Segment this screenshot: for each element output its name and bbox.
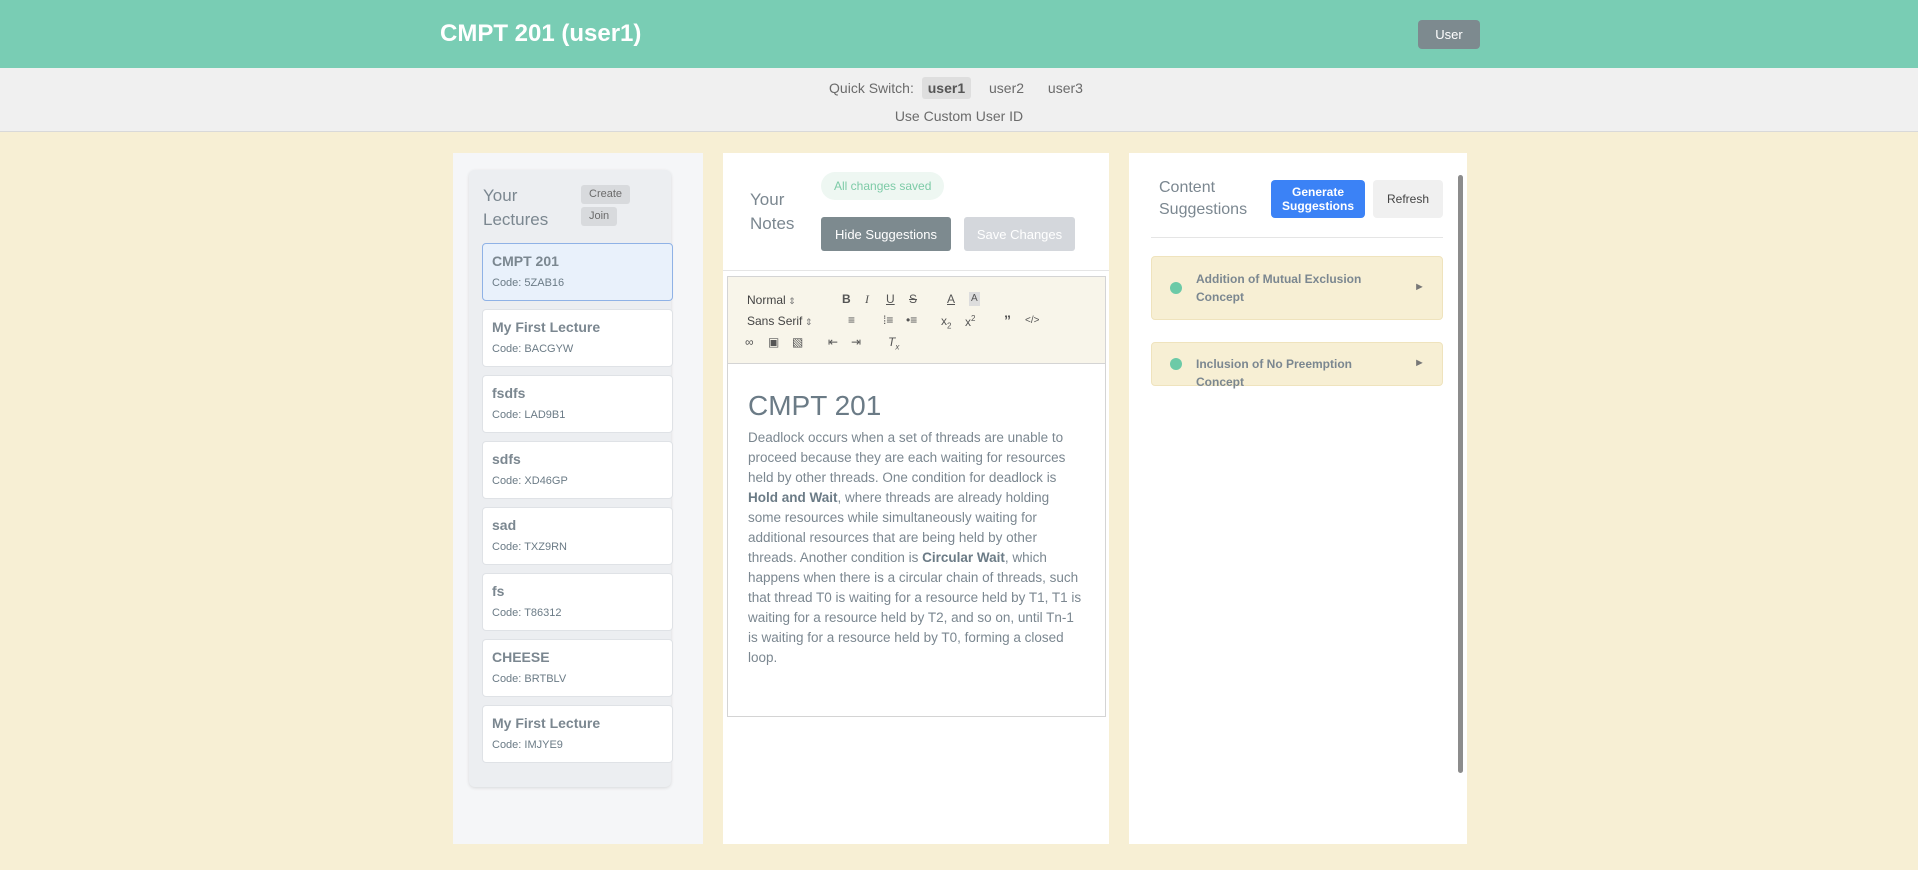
lecture-name: sad bbox=[492, 517, 517, 533]
strikethrough-icon[interactable]: S bbox=[909, 292, 917, 306]
document-paragraph: Deadlock occurs when a set of threads ar… bbox=[748, 430, 1082, 665]
suggestions-divider bbox=[1151, 237, 1443, 238]
bullet-list-icon[interactable]: •≡ bbox=[906, 313, 917, 327]
subscript-icon[interactable]: x2 bbox=[941, 314, 951, 333]
suggestions-heading: Content Suggestions bbox=[1159, 179, 1248, 218]
lecture-item[interactable]: CHEESE Code: BRTBLV bbox=[482, 639, 673, 697]
video-icon[interactable]: ▧ bbox=[792, 335, 803, 349]
refresh-button[interactable]: Refresh bbox=[1373, 180, 1443, 218]
lecture-code: Code: TXZ9RN bbox=[492, 541, 567, 553]
lecture-item[interactable]: CMPT 201 Code: 5ZAB16 bbox=[482, 243, 673, 301]
expand-arrow-icon[interactable]: ► bbox=[1414, 281, 1425, 293]
code-block-icon[interactable]: </> bbox=[1025, 314, 1039, 328]
quick-switch-user2[interactable]: user2 bbox=[983, 77, 1030, 99]
lectures-heading: Your Lectures bbox=[483, 186, 549, 229]
header-format-select[interactable]: Normal bbox=[747, 293, 796, 308]
lectures-card: Your Lectures Create Join CMPT 201 Code:… bbox=[469, 170, 673, 787]
lecture-name: My First Lecture bbox=[492, 319, 601, 335]
indent-icon[interactable]: ⇥ bbox=[851, 335, 861, 349]
user-button[interactable]: User bbox=[1418, 20, 1480, 49]
lecture-code: Code: IMJYE9 bbox=[492, 739, 563, 751]
clear-format-icon[interactable]: Tx bbox=[888, 335, 899, 354]
text-color-icon[interactable]: A bbox=[947, 292, 955, 306]
notes-column: Your Notes All changes saved Hide Sugges… bbox=[723, 153, 1109, 844]
underline-icon[interactable]: U bbox=[886, 292, 895, 306]
suggestion-dot-icon bbox=[1170, 358, 1182, 370]
expand-arrow-icon[interactable]: ► bbox=[1414, 357, 1425, 369]
align-left-icon[interactable]: ≡ bbox=[848, 313, 855, 327]
editor-toolbar: Normal B I U S A A Sans Serif ≡ ⁞≡ •≡ x2… bbox=[728, 277, 1105, 364]
quick-switch-row: Quick Switch: user1 user2 user3 bbox=[0, 77, 1918, 99]
hide-suggestions-button[interactable]: Hide Suggestions bbox=[821, 217, 951, 251]
quick-switch-label: Quick Switch: bbox=[829, 80, 914, 96]
bold-icon[interactable]: B bbox=[842, 292, 851, 306]
editor-content[interactable]: CMPT 201 Deadlock occurs when a set of t… bbox=[728, 365, 1105, 716]
suggestion-title: Addition of Mutual Exclusion Concept bbox=[1196, 272, 1362, 304]
lecture-code: Code: BRTBLV bbox=[492, 673, 567, 685]
lecture-code: Code: LAD9B1 bbox=[492, 409, 566, 421]
lecture-item[interactable]: sad Code: TXZ9RN bbox=[482, 507, 673, 565]
generate-suggestions-button[interactable]: Generate Suggestions bbox=[1271, 180, 1365, 218]
suggestion-item[interactable]: Addition of Mutual Exclusion Concept ► bbox=[1151, 256, 1443, 320]
lecture-item[interactable]: fsdfs Code: LAD9B1 bbox=[482, 375, 673, 433]
suggestions-scrollbar[interactable] bbox=[1458, 175, 1463, 773]
quick-switch-user1[interactable]: user1 bbox=[921, 77, 972, 99]
image-icon[interactable]: ▣ bbox=[768, 335, 779, 349]
lecture-code: Code: 5ZAB16 bbox=[492, 277, 565, 289]
join-lecture-button[interactable]: Join bbox=[581, 207, 618, 226]
save-changes-button[interactable]: Save Changes bbox=[964, 217, 1075, 251]
suggestions-column: Content Suggestions Generate Suggestions… bbox=[1129, 153, 1467, 844]
create-lecture-button[interactable]: Create bbox=[581, 185, 631, 204]
italic-icon[interactable]: I bbox=[865, 292, 869, 306]
rich-text-editor: Normal B I U S A A Sans Serif ≡ ⁞≡ •≡ x2… bbox=[727, 276, 1106, 717]
quick-switch-bar: Quick Switch: user1 user2 user3 Use Cust… bbox=[0, 68, 1918, 132]
link-icon[interactable]: ∞ bbox=[745, 335, 754, 349]
lecture-item[interactable]: My First Lecture Code: IMJYE9 bbox=[482, 705, 673, 763]
superscript-icon[interactable]: x2 bbox=[965, 312, 975, 329]
lecture-code: Code: XD46GP bbox=[492, 475, 568, 487]
lecture-name: sdfs bbox=[492, 451, 521, 467]
font-family-select[interactable]: Sans Serif bbox=[747, 314, 812, 329]
notes-heading: Your Notes bbox=[750, 190, 795, 233]
lecture-list: CMPT 201 Code: 5ZAB16 My First Lecture C… bbox=[482, 243, 673, 771]
lecture-name: CMPT 201 bbox=[492, 253, 559, 269]
lecture-code: Code: T86312 bbox=[492, 607, 562, 619]
lecture-name: fs bbox=[492, 583, 505, 599]
suggestion-dot-icon bbox=[1170, 282, 1182, 294]
lecture-item[interactable]: My First Lecture Code: BACGYW bbox=[482, 309, 673, 367]
lecture-name: CHEESE bbox=[492, 649, 550, 665]
blockquote-icon[interactable]: ” bbox=[1004, 313, 1011, 327]
suggestion-item[interactable]: Inclusion of No Preemption Concept ► bbox=[1151, 342, 1443, 389]
app-title: CMPT 201 (user1) bbox=[440, 20, 642, 47]
save-status-badge: All changes saved bbox=[821, 172, 945, 200]
lecture-item[interactable]: sdfs Code: XD46GP bbox=[482, 441, 673, 499]
lectures-column: Your Lectures Create Join CMPT 201 Code:… bbox=[453, 153, 703, 844]
document-title: CMPT 201 bbox=[748, 390, 882, 421]
quick-switch-user3[interactable]: user3 bbox=[1042, 77, 1089, 99]
lecture-name: My First Lecture bbox=[492, 715, 601, 731]
notes-divider bbox=[723, 270, 1109, 271]
suggestion-title: Inclusion of No Preemption Concept bbox=[1196, 357, 1353, 389]
custom-user-id-link[interactable]: Use Custom User ID bbox=[0, 108, 1918, 124]
background-color-icon[interactable]: A bbox=[969, 292, 980, 306]
top-header: CMPT 201 (user1) User bbox=[0, 0, 1918, 68]
lecture-item[interactable]: fs Code: T86312 bbox=[482, 573, 673, 631]
outdent-icon[interactable]: ⇤ bbox=[828, 335, 838, 349]
lecture-name: fsdfs bbox=[492, 385, 526, 401]
lecture-code: Code: BACGYW bbox=[492, 343, 574, 355]
ordered-list-icon[interactable]: ⁞≡ bbox=[883, 313, 893, 327]
